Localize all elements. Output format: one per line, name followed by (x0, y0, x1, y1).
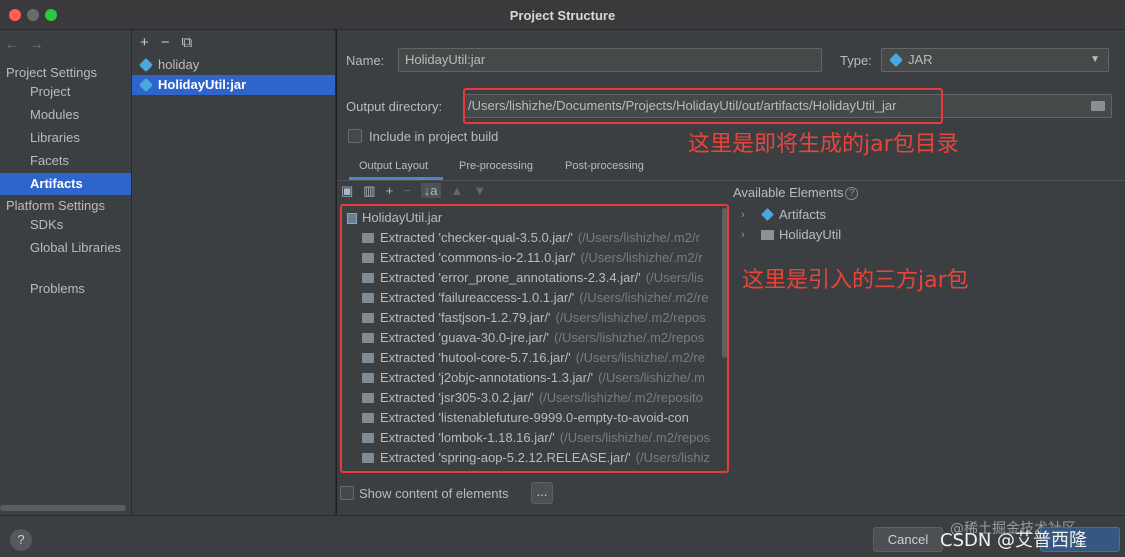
show-content-checkbox[interactable] (340, 486, 354, 500)
name-input[interactable]: HolidayUtil:jar (398, 48, 822, 72)
browse-folder-icon[interactable] (1091, 101, 1105, 111)
show-content-label: Show content of elements (359, 486, 509, 501)
move-down-icon[interactable]: ▼ (473, 183, 486, 198)
available-item-module[interactable]: › HolidayUtil (741, 225, 861, 245)
available-elements-header: Available Elements? (733, 185, 859, 201)
sidebar-item-global-libraries[interactable]: Global Libraries (0, 237, 131, 259)
move-up-icon[interactable]: ▲ (451, 183, 464, 198)
chevron-right-icon[interactable]: › (741, 205, 745, 225)
sidebar-item-problems[interactable]: Problems (0, 278, 131, 300)
sidebar-scrollbar[interactable] (0, 505, 126, 511)
artifact-item-label: HolidayUtil:jar (158, 77, 247, 92)
available-item-label: HolidayUtil (779, 227, 842, 242)
module-folder-icon (761, 230, 774, 240)
nav-arrows: ←→ (4, 36, 52, 54)
output-dir-highlight-box (463, 88, 943, 124)
sort-icon[interactable]: ↓a (420, 183, 441, 198)
dependencies-annotation: 这里是引入的三方jar包 (742, 268, 969, 293)
platform-settings-header: Platform Settings (6, 198, 105, 213)
tab-post-processing[interactable]: Post-processing (555, 154, 665, 180)
artifact-list-pane: + − ⧉ holiday HolidayUtil:jar (132, 30, 336, 515)
title-bar: Project Structure (0, 0, 1125, 30)
tab-output-layout[interactable]: Output Layout (349, 154, 443, 180)
output-dir-annotation: 这里是即将生成的jar包目录 (688, 132, 959, 157)
tab-divider (337, 180, 1125, 181)
window-title: Project Structure (509, 8, 616, 23)
type-select[interactable]: JAR ▼ (881, 48, 1109, 72)
remove-element-button[interactable]: − (403, 183, 411, 198)
watermark-csdn: CSDN @艾普西隆 (940, 530, 1088, 551)
include-in-build-checkbox[interactable] (348, 129, 362, 143)
help-button[interactable]: ? (10, 529, 32, 551)
chevron-right-icon[interactable]: › (741, 225, 745, 245)
dialog-footer: ? @稀土掘金技术社区 Cancel CSDN @艾普西隆 (0, 515, 1125, 557)
dependencies-highlight-box (340, 204, 729, 473)
tab-pre-processing[interactable]: Pre-processing (449, 154, 549, 180)
artifact-diamond-icon (761, 208, 774, 221)
help-icon[interactable]: ? (845, 187, 859, 201)
forward-arrow-icon[interactable]: → (28, 36, 52, 53)
type-select-value: JAR (908, 52, 933, 67)
chevron-down-icon: ▼ (1090, 54, 1100, 65)
available-item-label: Artifacts (779, 207, 826, 222)
sidebar-item-project[interactable]: Project (0, 81, 131, 103)
settings-sidebar: ←→ Project Settings Project Modules Libr… (0, 30, 132, 515)
available-elements-label: Available Elements (733, 185, 844, 200)
copy-artifact-button[interactable]: ⧉ (182, 34, 193, 51)
show-content-options-button[interactable]: ... (531, 482, 553, 504)
artifact-diamond-icon (138, 57, 154, 73)
name-label: Name: (346, 53, 385, 68)
add-artifact-button[interactable]: + (140, 34, 149, 51)
artifact-diamond-icon (138, 77, 154, 93)
sidebar-item-facets[interactable]: Facets (0, 150, 131, 172)
jar-type-icon (888, 52, 904, 68)
cancel-button[interactable]: Cancel (873, 527, 943, 552)
remove-artifact-button[interactable]: − (161, 34, 170, 51)
project-settings-header: Project Settings (6, 65, 98, 80)
sidebar-item-modules[interactable]: Modules (0, 104, 131, 126)
new-directory-icon[interactable]: ▣ (341, 183, 353, 198)
type-label: Type: (840, 53, 872, 68)
sidebar-item-artifacts[interactable]: Artifacts (0, 173, 131, 195)
artifact-item-selected[interactable]: HolidayUtil:jar (132, 75, 335, 95)
add-element-button[interactable]: + (386, 183, 394, 198)
output-directory-label: Output directory: (346, 99, 443, 114)
sidebar-item-sdks[interactable]: SDKs (0, 214, 131, 236)
archive-icon[interactable]: ▥ (363, 183, 375, 198)
artifact-item-label: holiday (158, 57, 200, 72)
back-arrow-icon[interactable]: ← (4, 36, 28, 53)
available-item-artifacts[interactable]: › Artifacts (741, 205, 861, 225)
sidebar-item-libraries[interactable]: Libraries (0, 127, 131, 149)
artifact-item[interactable]: holiday (132, 55, 335, 75)
artifact-list-toolbar: + − ⧉ (140, 34, 204, 51)
include-in-build-label: Include in project build (369, 129, 499, 144)
